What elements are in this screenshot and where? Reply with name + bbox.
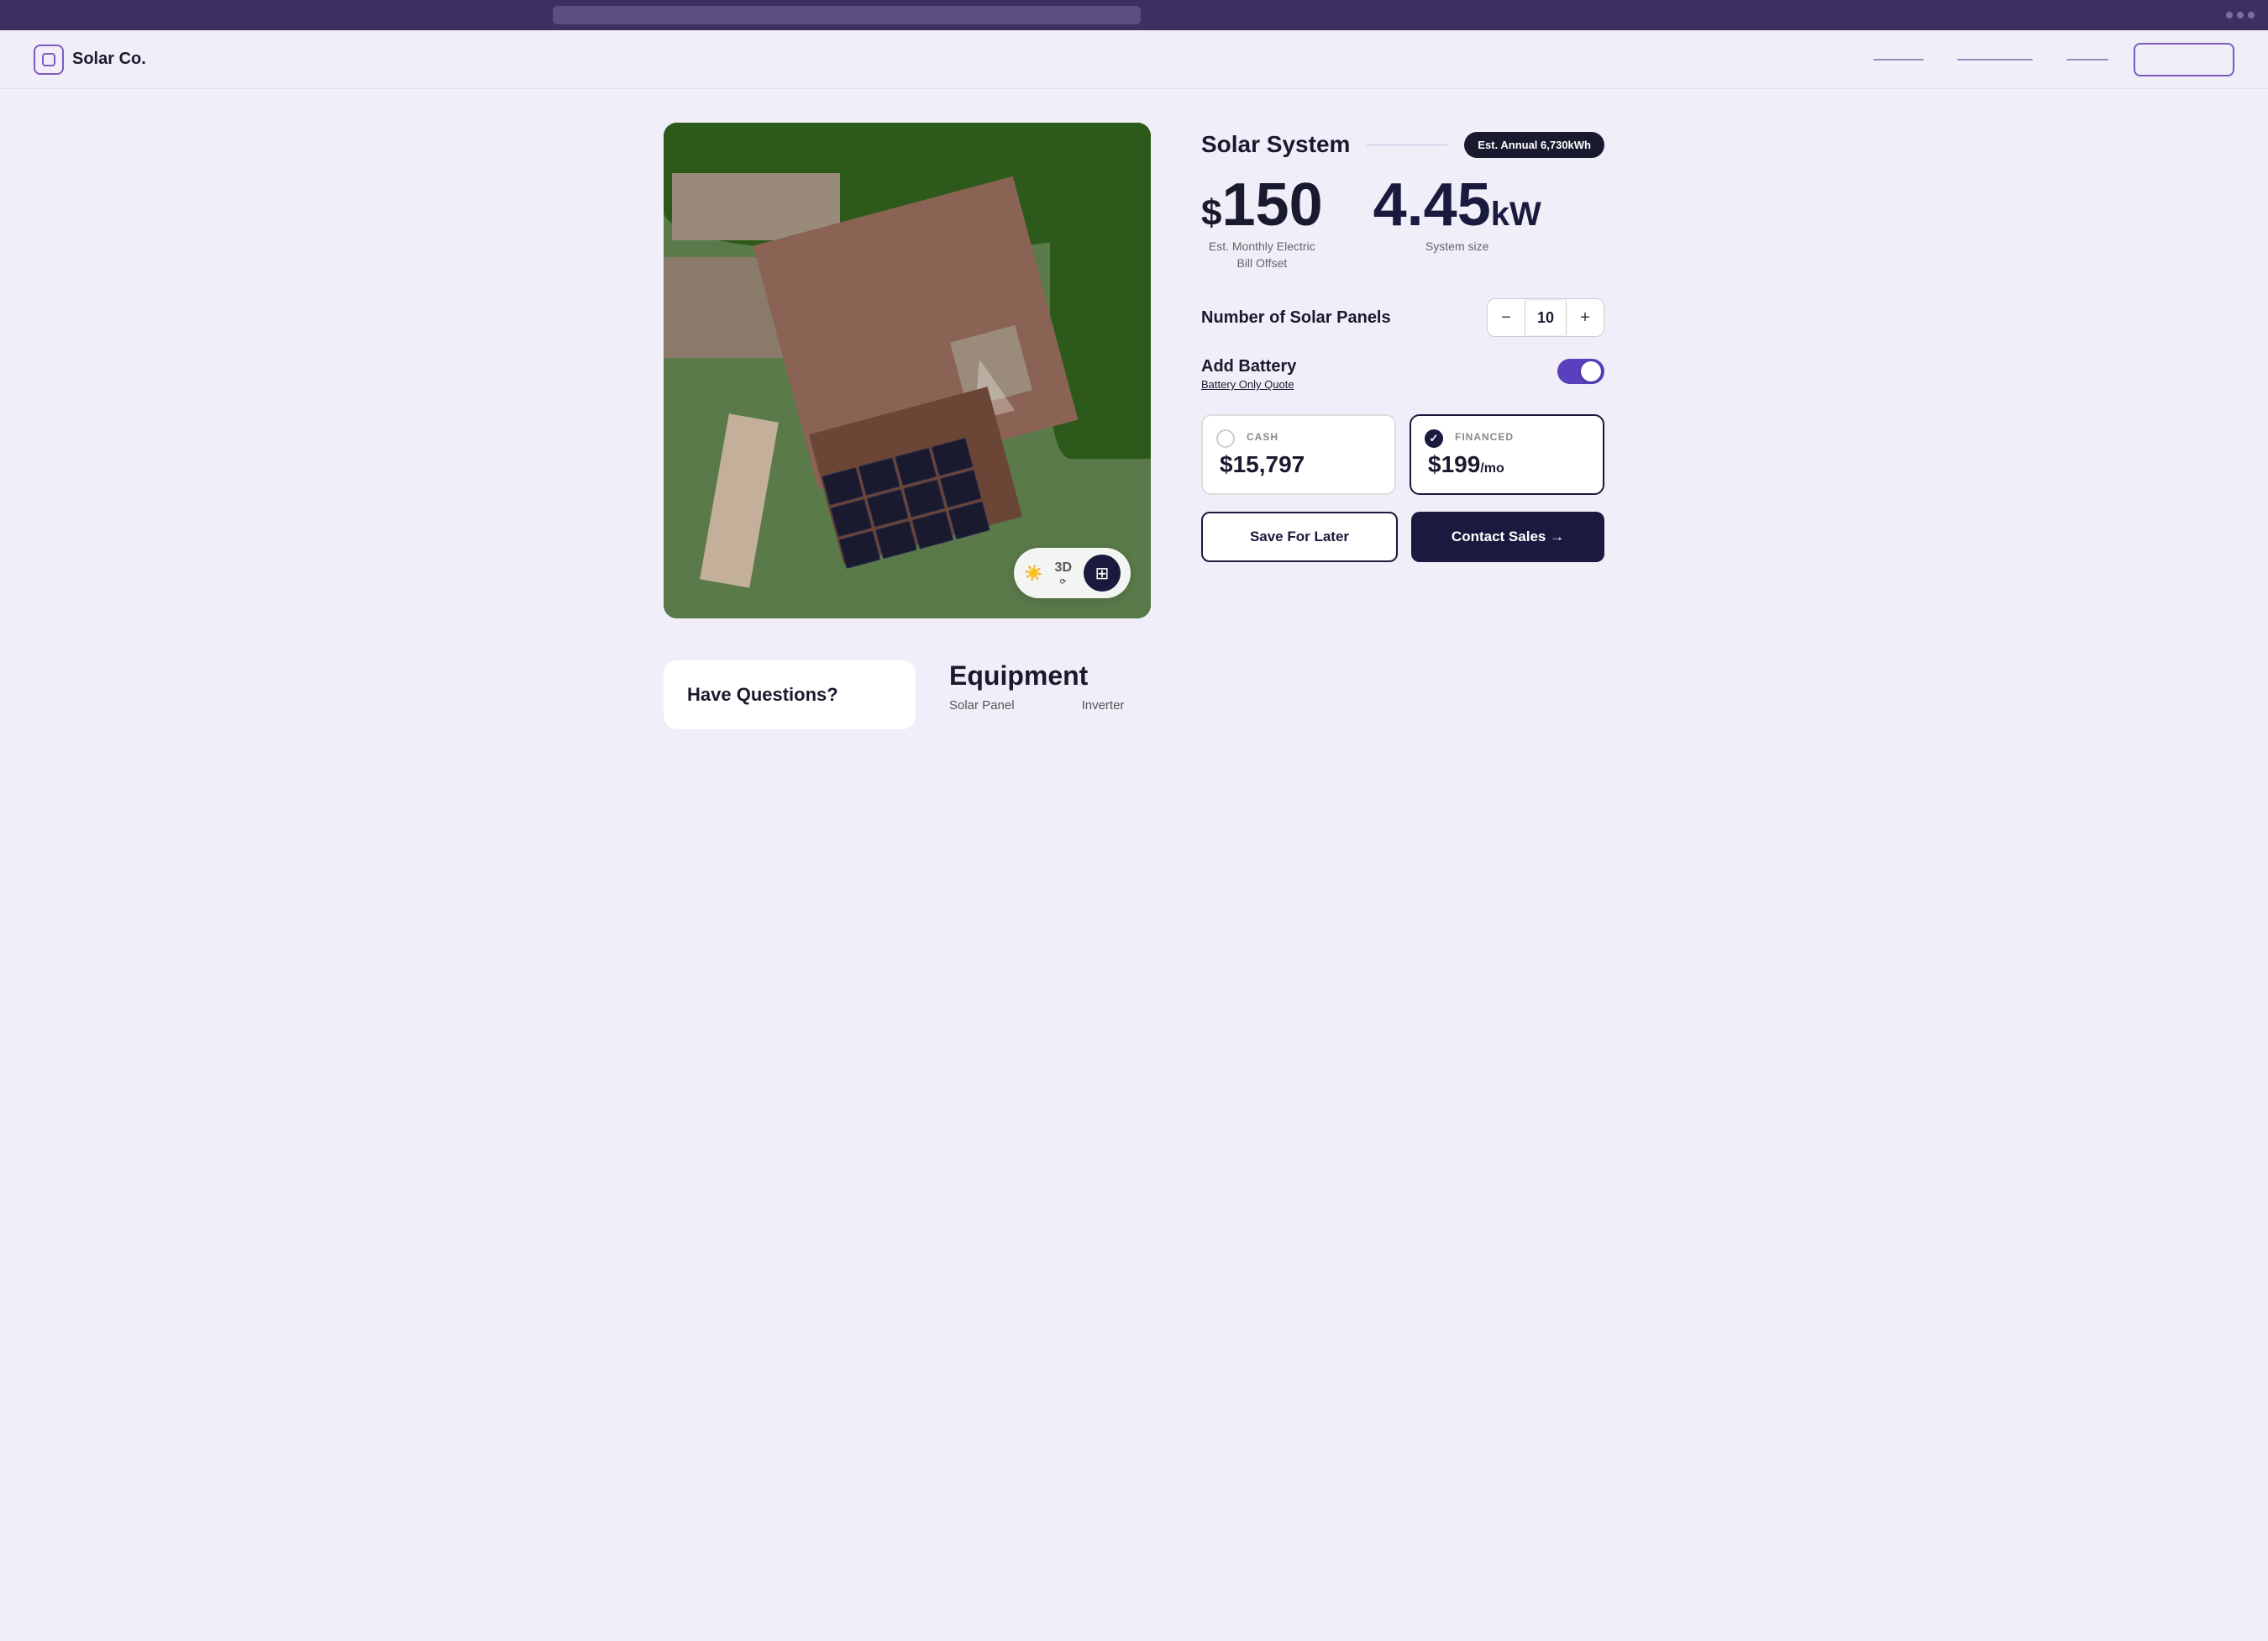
section-title: Solar System <box>1201 131 1350 158</box>
3d-icon: 3D <box>1055 560 1072 576</box>
payment-row: CASH $15,797 ✓ FINANCED $199/mo <box>1201 414 1604 495</box>
contact-sales-button[interactable]: Contact Sales → <box>1411 512 1604 562</box>
financed-check-icon: ✓ <box>1425 429 1443 448</box>
inverter-label: Inverter <box>1082 698 1125 713</box>
3d-view-button[interactable]: 3D ⟳ <box>1055 560 1072 586</box>
sun-icon: ☀️ <box>1024 565 1042 582</box>
battery-label-group: Add Battery Battery Only Quote <box>1201 357 1296 391</box>
browser-dots <box>2226 12 2255 18</box>
logo-text: Solar Co. <box>72 50 146 69</box>
logo-icon <box>34 45 64 75</box>
nav-link-1[interactable] <box>1873 59 1924 60</box>
battery-label: Add Battery <box>1201 357 1296 376</box>
nav-cta-button[interactable] <box>2134 43 2234 76</box>
cash-label: CASH <box>1247 431 1278 443</box>
equipment-title: Equipment <box>949 660 1604 692</box>
cash-payment-card[interactable]: CASH $15,797 <box>1201 414 1396 495</box>
financed-payment-card[interactable]: ✓ FINANCED $199/mo <box>1410 414 1604 495</box>
system-size-label: System size <box>1373 239 1541 255</box>
questions-card: Have Questions? <box>664 660 916 729</box>
per-month: /mo <box>1480 461 1504 476</box>
nav-link-3[interactable] <box>2066 59 2108 60</box>
navbar: Solar Co. <box>0 30 2268 89</box>
financed-label: FINANCED <box>1455 431 1514 443</box>
3d-label: ⟳ <box>1060 577 1067 586</box>
financed-price: $199 <box>1428 451 1480 477</box>
cash-amount: $15,797 <box>1220 451 1378 478</box>
aerial-image <box>664 123 1151 618</box>
system-size-number: 4.45 <box>1373 171 1491 239</box>
check-mark: ✓ <box>1430 432 1439 445</box>
nav-links <box>1873 59 2108 60</box>
panel-counter: − 10 + <box>1487 298 1604 337</box>
panel-count-label: Number of Solar Panels <box>1201 308 1391 328</box>
decrement-button[interactable]: − <box>1488 299 1525 336</box>
monthly-bill-stat: $150 Est. Monthly ElectricBill Offset <box>1201 175 1323 271</box>
browser-bar <box>0 0 2268 30</box>
aerial-image-container: ☀️ 3D ⟳ ⊞ <box>664 123 1151 618</box>
right-panel: Solar System Est. Annual 6,730kWh $150 E… <box>1201 123 1604 562</box>
system-size-unit: kW <box>1491 196 1541 233</box>
annual-badge: Est. Annual 6,730kWh <box>1464 132 1604 158</box>
main-content: ☀️ 3D ⟳ ⊞ Solar System Est. Annual 6,730… <box>630 89 1638 780</box>
panel-count-row: Number of Solar Panels − 10 + <box>1201 298 1604 337</box>
financed-label-row: ✓ FINANCED <box>1428 431 1586 448</box>
system-size-value: 4.45kW <box>1373 175 1541 235</box>
view-controls: ☀️ 3D ⟳ ⊞ <box>1014 548 1131 598</box>
monthly-bill-label: Est. Monthly ElectricBill Offset <box>1201 239 1323 271</box>
bottom-section: Have Questions? Equipment Solar Panel In… <box>664 660 1604 729</box>
logo-icon-inner <box>42 53 55 66</box>
map-icon: ⊞ <box>1095 563 1110 584</box>
equipment-section: Equipment Solar Panel Inverter <box>949 660 1604 729</box>
browser-dot-2 <box>2237 12 2244 18</box>
action-row: Save For Later Contact Sales → <box>1201 512 1604 562</box>
map-view-button[interactable]: ⊞ <box>1084 555 1121 592</box>
increment-button[interactable]: + <box>1567 299 1604 336</box>
nav-link-2[interactable] <box>1957 59 2033 60</box>
battery-toggle[interactable] <box>1557 359 1604 384</box>
battery-quote-link[interactable]: Battery Only Quote <box>1201 378 1296 391</box>
questions-title: Have Questions? <box>687 684 892 706</box>
stats-row: $150 Est. Monthly ElectricBill Offset 4.… <box>1201 175 1604 271</box>
browser-dot-3 <box>2248 12 2255 18</box>
battery-row: Add Battery Battery Only Quote <box>1201 357 1604 391</box>
cash-check-icon <box>1216 429 1235 448</box>
cash-label-row: CASH <box>1220 431 1378 448</box>
system-size-stat: 4.45kW System size <box>1373 175 1541 271</box>
browser-dot-1 <box>2226 12 2233 18</box>
address-bar[interactable] <box>553 6 1141 24</box>
solar-panel-label: Solar Panel <box>949 698 1015 713</box>
monthly-bill-value: $150 <box>1201 175 1323 235</box>
panel-count-value: 10 <box>1525 301 1567 335</box>
sun-view-button[interactable]: ☀️ <box>1024 565 1042 582</box>
save-button[interactable]: Save For Later <box>1201 512 1398 562</box>
toggle-thumb <box>1581 361 1601 381</box>
logo[interactable]: Solar Co. <box>34 45 146 75</box>
top-section: ☀️ 3D ⟳ ⊞ Solar System Est. Annual 6,730… <box>664 123 1604 618</box>
financed-amount: $199/mo <box>1428 451 1586 478</box>
section-header: Solar System Est. Annual 6,730kWh <box>1201 131 1604 158</box>
